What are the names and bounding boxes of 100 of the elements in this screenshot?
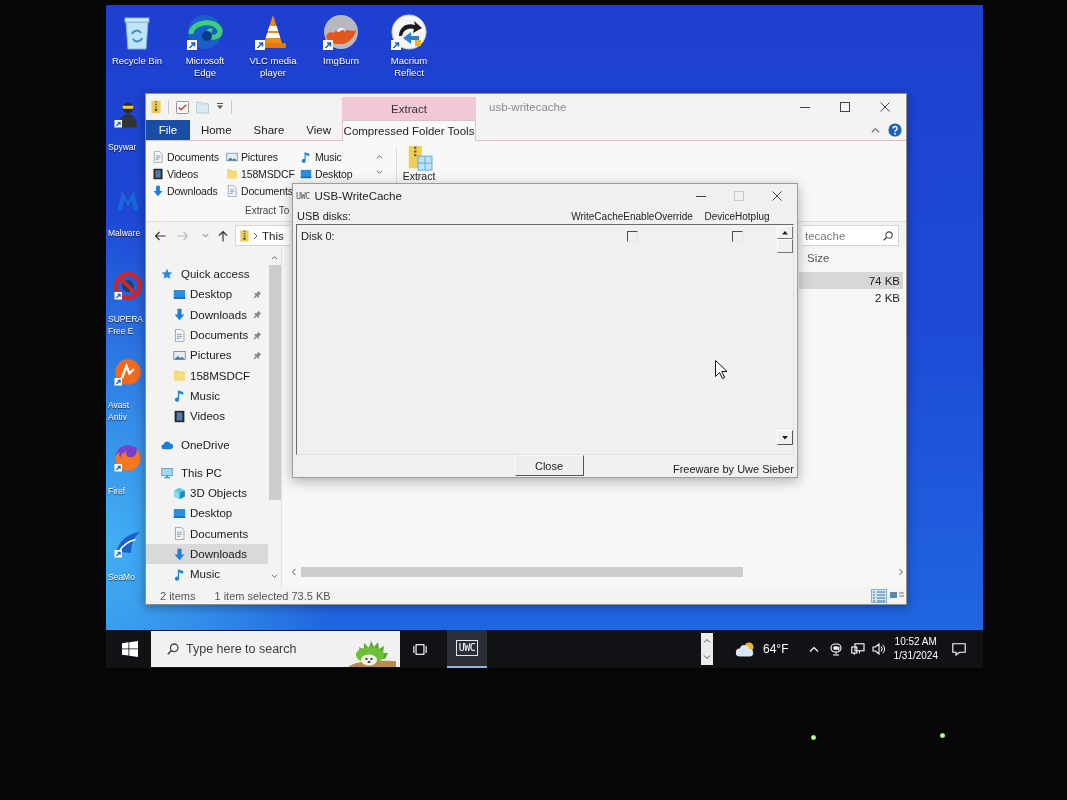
ribbon-tab[interactable]: Compressed Folder Tools xyxy=(342,120,476,141)
desktop-icon-label[interactable]: Spywar xyxy=(108,141,137,153)
checklist-icon[interactable] xyxy=(176,100,189,114)
clock-time[interactable]: 10:52 AM xyxy=(894,635,937,649)
nav-item[interactable]: 3D Objects xyxy=(146,482,268,504)
group-label: Extract To xyxy=(245,205,290,216)
chevron-down-icon[interactable] xyxy=(202,233,209,238)
scroll-down-icon[interactable] xyxy=(777,430,793,445)
dropdown-caret-icon[interactable] xyxy=(216,103,224,111)
prohibition-sign-icon[interactable] xyxy=(113,271,143,301)
start-icon[interactable] xyxy=(122,641,138,657)
maximize-icon[interactable] xyxy=(840,102,850,112)
location-button[interactable]: Downloads xyxy=(152,182,218,199)
nav-item[interactable]: 158MSDCF xyxy=(146,365,268,386)
speaker-icon[interactable] xyxy=(871,643,885,655)
search-field[interactable]: Type here to search xyxy=(151,631,400,667)
desktop-icon-label[interactable]: Avast Antiv xyxy=(108,399,130,423)
message-icon[interactable] xyxy=(952,642,966,656)
flame-globe-icon[interactable] xyxy=(113,443,143,473)
nav-item[interactable]: Desktop xyxy=(146,503,268,524)
nav-item[interactable]: Music xyxy=(146,564,268,585)
help-icon[interactable] xyxy=(888,123,902,137)
nav-item[interactable]: Documents xyxy=(146,523,268,544)
mouse-pointer-icon xyxy=(715,360,727,379)
nav-item[interactable]: Music xyxy=(146,385,268,407)
status-text: 2 items xyxy=(160,589,196,602)
extract-button[interactable]: Extract xyxy=(401,145,437,182)
nav-item[interactable]: This PC xyxy=(146,462,268,483)
desktop-icon-label[interactable]: Malware xyxy=(108,227,141,239)
music-note-icon xyxy=(300,150,312,163)
location-button[interactable]: Documents xyxy=(226,182,293,199)
checkbox[interactable] xyxy=(731,230,743,242)
desktop-icon-label[interactable]: Macrium Reflect xyxy=(380,55,438,78)
file-menu-tab[interactable]: File xyxy=(146,120,190,140)
disk-list[interactable]: Disk 0: xyxy=(296,224,794,455)
music-note-icon xyxy=(173,389,186,403)
close-button[interactable]: Close xyxy=(514,455,584,476)
location-button[interactable]: Documents xyxy=(152,148,219,165)
screen-icon xyxy=(173,287,186,301)
close-icon[interactable] xyxy=(880,102,890,112)
nav-item[interactable]: Pictures xyxy=(146,345,268,366)
window-title: USB-WriteCache xyxy=(314,190,402,202)
clock-date[interactable]: 1/31/2024 xyxy=(893,649,938,663)
desktop-icon-label[interactable]: Microsoft Edge xyxy=(176,55,234,78)
scrollbar-thumb[interactable] xyxy=(301,567,743,577)
nav-item[interactable]: Downloads xyxy=(146,543,268,565)
document-icon xyxy=(226,184,238,197)
scroll-up-icon[interactable] xyxy=(777,226,793,239)
app-icon: UWC xyxy=(296,191,310,201)
network-icon[interactable] xyxy=(850,642,865,656)
ribbon-tab[interactable]: View xyxy=(295,120,342,140)
task-view-icon[interactable] xyxy=(413,642,427,656)
desktop-icon-label[interactable]: VLC media player xyxy=(244,55,302,78)
location-button[interactable]: 158MSDCF xyxy=(226,165,295,182)
nav-item[interactable]: OneDrive xyxy=(146,434,268,455)
scrollbar-thumb[interactable] xyxy=(268,265,281,500)
desktop-icon-label[interactable]: ImgBurn xyxy=(312,55,370,67)
nav-item[interactable]: Videos xyxy=(146,406,268,427)
picture-icon xyxy=(226,150,238,163)
down-arrow-icon xyxy=(173,308,186,322)
up-arrow-icon[interactable] xyxy=(218,229,228,242)
down-arrow-icon xyxy=(152,184,164,197)
nav-item[interactable]: Desktop xyxy=(146,284,268,305)
folder-icon xyxy=(173,369,186,383)
nav-item[interactable]: Quick access xyxy=(146,264,268,285)
file-row[interactable]: 2 KB xyxy=(799,289,903,306)
nav-item[interactable]: Documents xyxy=(146,324,268,346)
desktop-icon-label[interactable]: SUPERA Free E xyxy=(108,313,143,337)
address-bar[interactable]: This xyxy=(235,225,290,246)
ribbon-tab[interactable]: Home xyxy=(189,120,243,140)
zip-folder-icon[interactable] xyxy=(151,100,161,114)
checkbox[interactable] xyxy=(626,230,638,242)
picture-icon xyxy=(173,348,186,362)
breadcrumb-item[interactable]: This xyxy=(262,229,284,242)
back-arrow-icon[interactable] xyxy=(154,229,166,242)
location-button[interactable]: Pictures xyxy=(226,148,278,165)
taskbar-app-button[interactable]: UWC xyxy=(447,630,487,668)
disk-name: Disk 0: xyxy=(301,230,336,242)
credit-text: Freeware by Uwe Sieber xyxy=(672,463,795,476)
nav-item[interactable]: Downloads xyxy=(146,304,268,325)
location-button[interactable]: Music xyxy=(300,148,342,165)
swirl-icon[interactable] xyxy=(185,12,225,52)
swirl-ball-icon[interactable] xyxy=(113,357,143,387)
list-label: USB disks: xyxy=(297,210,352,222)
search-field[interactable]: tecache xyxy=(802,225,899,246)
column-header: DeviceHotplug xyxy=(704,210,770,222)
weather-button[interactable]: 64°F xyxy=(735,641,789,657)
file-row[interactable]: 74 KB xyxy=(799,272,903,289)
column-header[interactable]: Size xyxy=(799,251,903,264)
burning-disc-icon[interactable] xyxy=(321,12,361,52)
star-icon xyxy=(161,268,173,281)
location-button[interactable]: Videos xyxy=(152,165,198,182)
video-camera-icon[interactable] xyxy=(829,642,842,656)
screen-icon xyxy=(300,167,312,180)
close-icon[interactable] xyxy=(772,191,782,201)
ribbon-tab[interactable]: Share xyxy=(242,120,296,140)
circular-arrows-icon[interactable] xyxy=(389,12,429,52)
location-button[interactable]: Desktop xyxy=(300,165,353,182)
scrollbar-thumb[interactable] xyxy=(777,239,793,253)
desktop-icon-label[interactable]: Recycle Bin xyxy=(108,55,166,67)
